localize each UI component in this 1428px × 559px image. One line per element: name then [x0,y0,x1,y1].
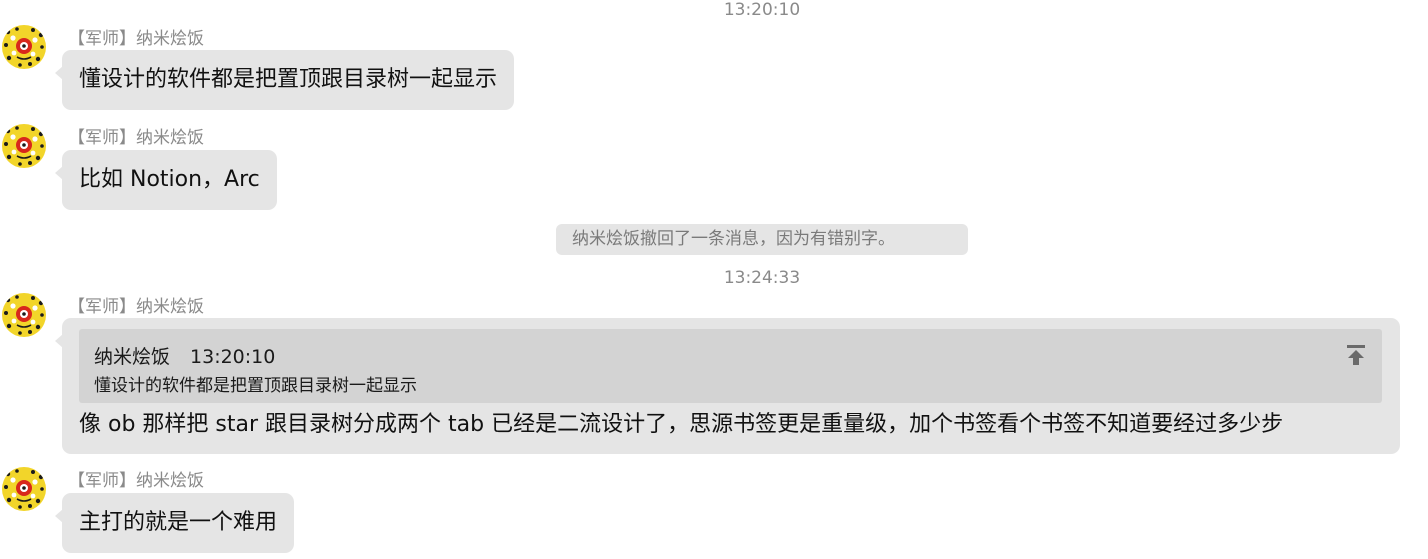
sender-name: 【军师】纳米烩饭 [68,29,204,49]
reply-message-bubble[interactable]: 纳米烩饭 13:20:10 懂设计的软件都是把置顶跟目录树一起显示 像 ob 那样… [55,318,1400,454]
jump-to-original-icon[interactable] [1346,344,1366,366]
quote-text: 懂设计的软件都是把置顶跟目录树一起显示 [94,376,417,396]
timestamp: 13:24:33 [723,268,801,288]
sender-name: 【军师】纳米烩饭 [68,297,204,317]
recall-notice: 纳米烩饭撤回了一条消息，因为有错别字。 [556,224,968,255]
quoted-message[interactable]: 纳米烩饭 13:20:10 懂设计的软件都是把置顶跟目录树一起显示 [79,329,1382,403]
avatar-icon[interactable] [2,124,46,168]
quote-author: 纳米烩饭 [94,346,171,368]
message-text: 比如 Notion，Arc [79,167,260,192]
sender-name: 【军师】纳米烩饭 [68,128,204,148]
message-bubble[interactable]: 比如 Notion，Arc [55,150,277,210]
timestamp: 13:20:10 [723,0,801,20]
message-bubble[interactable]: 懂设计的软件都是把置顶跟目录树一起显示 [55,50,515,110]
avatar-icon[interactable] [2,25,46,69]
quote-header: 纳米烩饭 13:20:10 [94,345,275,369]
avatar-icon[interactable] [2,293,46,337]
message-text: 像 ob 那样把 star 跟目录树分成两个 tab 已经是二流设计了，思源书签… [79,412,1284,437]
message-text: 懂设计的软件都是把置顶跟目录树一起显示 [79,67,498,92]
message-text: 主打的就是一个难用 [79,510,278,535]
message-bubble[interactable]: 主打的就是一个难用 [55,493,295,553]
avatar-icon[interactable] [2,467,46,511]
quote-time: 13:20:10 [190,346,276,368]
sender-name: 【军师】纳米烩饭 [68,471,204,491]
